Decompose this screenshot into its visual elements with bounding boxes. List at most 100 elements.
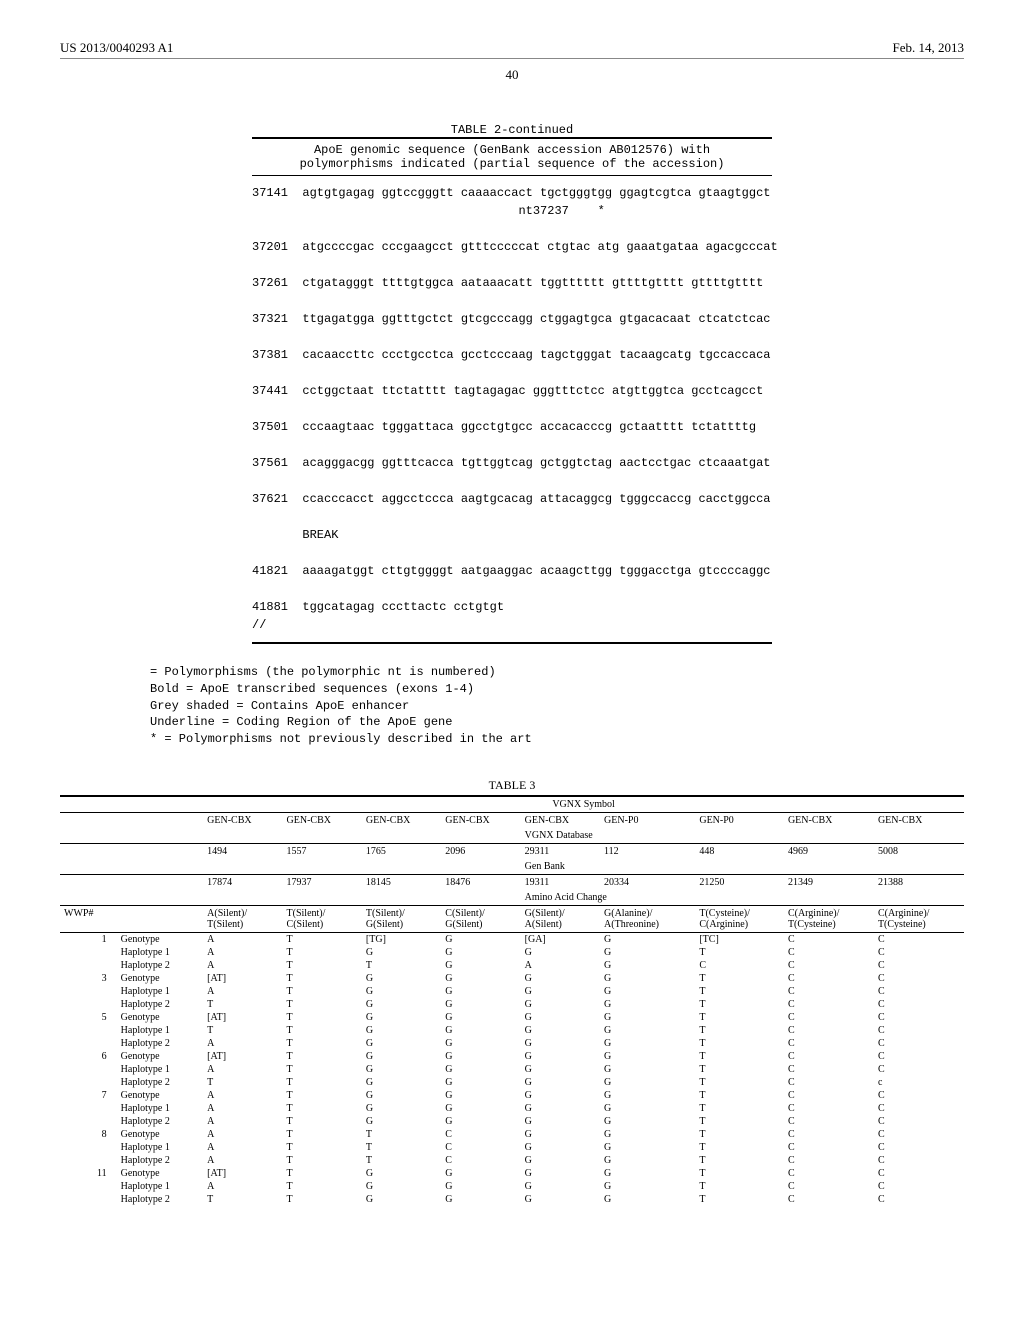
- data-cell: G: [521, 1167, 600, 1180]
- data-cell: T: [695, 1154, 784, 1167]
- data-cell: A: [203, 959, 282, 972]
- row-label: Genotype: [117, 1011, 203, 1024]
- data-cell: A: [203, 1128, 282, 1141]
- data-cell: T: [695, 1128, 784, 1141]
- data-cell: G: [362, 1180, 441, 1193]
- row-label: Haplotype 1: [117, 985, 203, 998]
- data-cell: A: [203, 1089, 282, 1102]
- data-cell: C: [784, 1024, 874, 1037]
- table-row: 1GenotypeAT[TG]G[GA]G[TC]CC: [60, 932, 964, 946]
- table-3-header-cell: GEN-P0: [600, 812, 695, 828]
- data-cell: T: [283, 1180, 362, 1193]
- wwp-cell: 6: [60, 1050, 117, 1063]
- table-3-header-cell: 1557: [283, 843, 362, 859]
- wwp-cell: [60, 1063, 117, 1076]
- vgnx-symbol-header: VGNX Symbol: [203, 797, 964, 813]
- data-cell: G: [600, 1063, 695, 1076]
- table-3-header-cell: 21388: [874, 874, 964, 890]
- wwp-cell: 7: [60, 1089, 117, 1102]
- data-cell: T: [362, 1128, 441, 1141]
- wwp-cell: [60, 1037, 117, 1050]
- row-label: Haplotype 1: [117, 1141, 203, 1154]
- table-3-header-cell: GEN-CBX: [283, 812, 362, 828]
- row-label: Haplotype 2: [117, 998, 203, 1011]
- table-3-header-cell: 17937: [283, 874, 362, 890]
- data-cell: C: [784, 972, 874, 985]
- data-cell: G: [521, 1180, 600, 1193]
- table-3-header-cell: 17874: [203, 874, 282, 890]
- table-2-body: 37141 agtgtgagag ggtccgggtt caaaaccact t…: [252, 176, 772, 644]
- data-cell: G: [600, 1128, 695, 1141]
- data-cell: T: [283, 1011, 362, 1024]
- data-cell: C: [784, 946, 874, 959]
- wwp-cell: 1: [60, 932, 117, 946]
- data-cell: C: [441, 1128, 520, 1141]
- row-label: Haplotype 1: [117, 1063, 203, 1076]
- data-cell: G: [600, 985, 695, 998]
- data-cell: T: [283, 998, 362, 1011]
- data-cell: G: [600, 1050, 695, 1063]
- table-row: Haplotype 2TTGGGGTCc: [60, 1076, 964, 1089]
- table-3-header-cell: GEN-CBX: [784, 812, 874, 828]
- row-label: Haplotype 2: [117, 1037, 203, 1050]
- data-cell: G: [521, 1050, 600, 1063]
- table-3-header-cell: 18145: [362, 874, 441, 890]
- data-cell: G: [362, 1011, 441, 1024]
- data-cell: G: [362, 998, 441, 1011]
- data-cell: G: [441, 1011, 520, 1024]
- data-cell: T: [283, 1076, 362, 1089]
- data-cell: T: [283, 1063, 362, 1076]
- row-label: Haplotype 2: [117, 1076, 203, 1089]
- data-cell: G: [521, 1154, 600, 1167]
- publication-number: US 2013/0040293 A1: [60, 40, 173, 56]
- table-3-title: TABLE 3: [60, 778, 964, 797]
- data-cell: G: [600, 1154, 695, 1167]
- table-3-header-cell: 1765: [362, 843, 441, 859]
- data-cell: C: [784, 998, 874, 1011]
- table-row: Haplotype 2ATTGAGCCC: [60, 959, 964, 972]
- row-label: Genotype: [117, 1089, 203, 1102]
- table-row: Haplotype 2ATGGGGTCC: [60, 1115, 964, 1128]
- wwp-cell: [60, 1076, 117, 1089]
- data-cell: T: [695, 1037, 784, 1050]
- data-cell: A: [203, 946, 282, 959]
- table-row: Haplotype 1ATGGGGTCC: [60, 1063, 964, 1076]
- data-cell: T: [695, 1011, 784, 1024]
- data-cell: G: [600, 1076, 695, 1089]
- data-cell: T: [695, 1193, 784, 1206]
- table-row: Haplotype 1ATGGGGTCC: [60, 985, 964, 998]
- data-cell: G: [441, 1037, 520, 1050]
- data-cell: C: [441, 1141, 520, 1154]
- data-cell: T: [695, 985, 784, 998]
- data-cell: C: [874, 1193, 964, 1206]
- data-cell: A: [203, 1180, 282, 1193]
- table-3-header-cell: G(Alanine)/A(Threonine): [600, 905, 695, 932]
- data-cell: T: [283, 1089, 362, 1102]
- wwp-cell: [60, 985, 117, 998]
- table-3-header-cell: 21349: [784, 874, 874, 890]
- data-cell: G: [362, 1115, 441, 1128]
- table-2-legend: = Polymorphisms (the polymorphic nt is n…: [150, 664, 964, 748]
- table-3-header-cell: 112: [600, 843, 695, 859]
- data-cell: C: [695, 959, 784, 972]
- data-cell: C: [874, 932, 964, 946]
- data-cell: T: [695, 1141, 784, 1154]
- data-cell: T: [283, 1167, 362, 1180]
- data-cell: C: [784, 1154, 874, 1167]
- table-3-header-cell: A(Silent)/T(Silent): [203, 905, 282, 932]
- row-label: Genotype: [117, 932, 203, 946]
- data-cell: G: [362, 1050, 441, 1063]
- data-cell: G: [441, 959, 520, 972]
- data-cell: [GA]: [521, 932, 600, 946]
- data-cell: G: [441, 1024, 520, 1037]
- data-cell: T: [203, 998, 282, 1011]
- table-row: Haplotype 2TTGGGGTCC: [60, 998, 964, 1011]
- data-cell: T: [283, 1024, 362, 1037]
- data-cell: G: [441, 1115, 520, 1128]
- wwp-cell: 8: [60, 1128, 117, 1141]
- data-cell: A: [203, 985, 282, 998]
- data-cell: G: [521, 1089, 600, 1102]
- data-cell: C: [784, 1050, 874, 1063]
- data-cell: [AT]: [203, 1011, 282, 1024]
- data-cell: G: [521, 985, 600, 998]
